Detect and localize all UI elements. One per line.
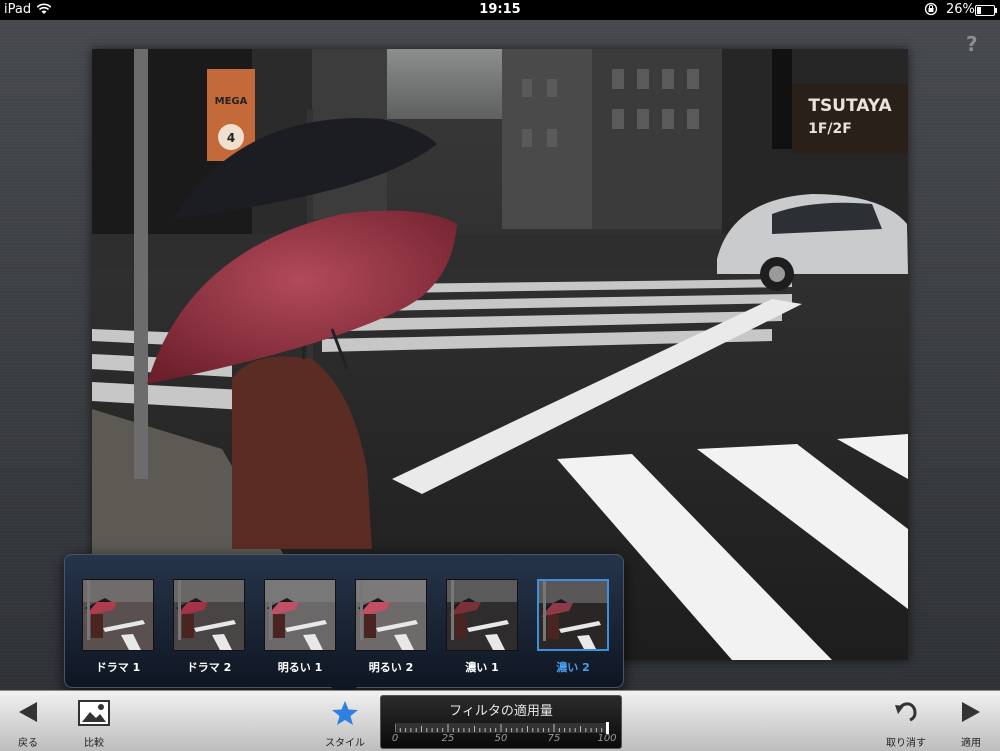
filter-thumbnail[interactable]: ドラマ 1	[82, 579, 154, 675]
slider-tick-label: 100	[597, 733, 617, 744]
apply-button[interactable]: 適用	[950, 691, 992, 751]
back-arrow-icon	[19, 702, 37, 722]
back-button[interactable]: 戻る	[8, 691, 48, 751]
filter-thumbnail[interactable]: 濃い 1	[446, 579, 518, 675]
filter-label: 濃い 2	[556, 661, 590, 674]
style-label: スタイル	[325, 738, 365, 749]
rotation-lock-icon	[924, 2, 938, 20]
sign-number: 4	[227, 131, 235, 145]
undo-icon	[895, 702, 917, 722]
back-label: 戻る	[18, 738, 38, 749]
style-button[interactable]: スタイル	[318, 691, 372, 751]
sign-tsutaya: TSUTAYA	[808, 96, 892, 116]
filter-label: 明るい 1	[277, 661, 323, 674]
filter-preview-image	[446, 579, 518, 651]
slider-tick-label: 75	[547, 733, 561, 744]
apply-label: 適用	[961, 738, 981, 749]
filter-preview-image	[173, 579, 245, 651]
filter-thumbnail[interactable]: 明るい 1	[264, 579, 336, 675]
undo-label: 取り消す	[886, 738, 926, 749]
filter-thumbnail[interactable]: 濃い 2	[537, 579, 609, 675]
undo-button[interactable]: 取り消す	[880, 691, 932, 751]
slider-tick-label: 25	[441, 733, 455, 744]
filter-popover: ドラマ 1 ドラマ 2 明るい 1 明るい 2 濃い 1 濃い 2	[64, 554, 624, 688]
filter-preview-image	[355, 579, 427, 651]
filter-label: ドラマ 1	[95, 661, 141, 674]
filter-preview-image	[82, 579, 154, 651]
bottom-toolbar: 戻る 比較 スタイル フィルタの適用量 0 25 50 75 100 取り消す 適用	[0, 690, 1000, 751]
star-icon	[332, 701, 358, 725]
filter-label: 明るい 2	[368, 661, 414, 674]
help-button[interactable]: ?	[966, 32, 978, 56]
slider-title: フィルタの適用量	[449, 704, 553, 719]
battery-icon	[975, 5, 997, 16]
image-icon	[78, 700, 110, 726]
battery-percent: 26%	[946, 2, 975, 17]
status-time: 19:15	[479, 2, 521, 17]
slider-tick-label: 0	[391, 733, 399, 744]
filter-preview-image	[537, 579, 609, 651]
filter-thumbnail[interactable]: 明るい 2	[355, 579, 427, 675]
compare-button[interactable]: 比較	[72, 691, 116, 751]
editor-workspace: ? MEGA 4 TSUTAYA 1F/2F ドラマ 1 ドラマ 2 明るい 1…	[0, 20, 1000, 700]
forward-arrow-icon	[962, 702, 980, 722]
slider-tick-label: 50	[494, 733, 508, 744]
sign-mega: MEGA	[215, 96, 248, 107]
filter-preview-image	[264, 579, 336, 651]
slider-ticks	[395, 724, 607, 732]
filter-strength-slider[interactable]: フィルタの適用量 0 25 50 75 100	[380, 695, 622, 749]
filter-label: 濃い 1	[465, 661, 499, 674]
compare-label: 比較	[84, 738, 104, 749]
sign-floor: 1F/2F	[808, 121, 852, 137]
filter-thumbnail[interactable]: ドラマ 2	[173, 579, 245, 675]
status-bar: iPad 19:15 26%	[0, 0, 1000, 20]
filter-label: ドラマ 2	[186, 661, 232, 674]
